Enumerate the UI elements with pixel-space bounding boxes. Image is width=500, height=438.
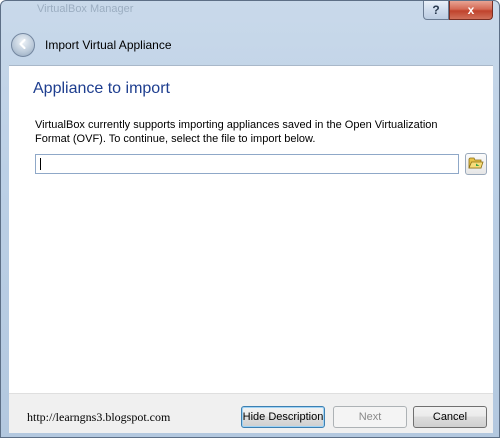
close-icon: x (467, 3, 475, 17)
back-button[interactable] (11, 33, 35, 57)
help-button[interactable]: ? (423, 1, 449, 20)
watermark-url: http://learngns3.blogspot.com (27, 410, 171, 424)
window-title: VirtualBox Manager (37, 3, 134, 15)
button-bar: http://learngns3.blogspot.com Hide Descr… (9, 393, 493, 433)
caption-buttons: ? x (423, 1, 493, 21)
page-title: Appliance to import (33, 80, 170, 97)
dialog-window: VirtualBox Manager ? x Import Virtual Ap… (0, 0, 500, 438)
wizard-title: Import Virtual Appliance (45, 38, 172, 52)
help-icon: ? (432, 3, 440, 17)
folder-open-icon (468, 156, 484, 173)
next-button[interactable]: Next (333, 406, 407, 428)
browse-file-button[interactable] (465, 153, 487, 175)
page-description: VirtualBox currently supports importing … (35, 119, 438, 145)
back-arrow-icon (16, 37, 30, 54)
file-path-input[interactable] (35, 154, 459, 174)
text-caret (40, 158, 41, 170)
hide-description-button[interactable]: Hide Description (241, 406, 325, 428)
cancel-button[interactable]: Cancel (413, 406, 487, 428)
wizard-header: Import Virtual Appliance (9, 27, 493, 63)
close-button[interactable]: x (449, 1, 493, 20)
wizard-page: Appliance to import VirtualBox currently… (9, 65, 493, 393)
